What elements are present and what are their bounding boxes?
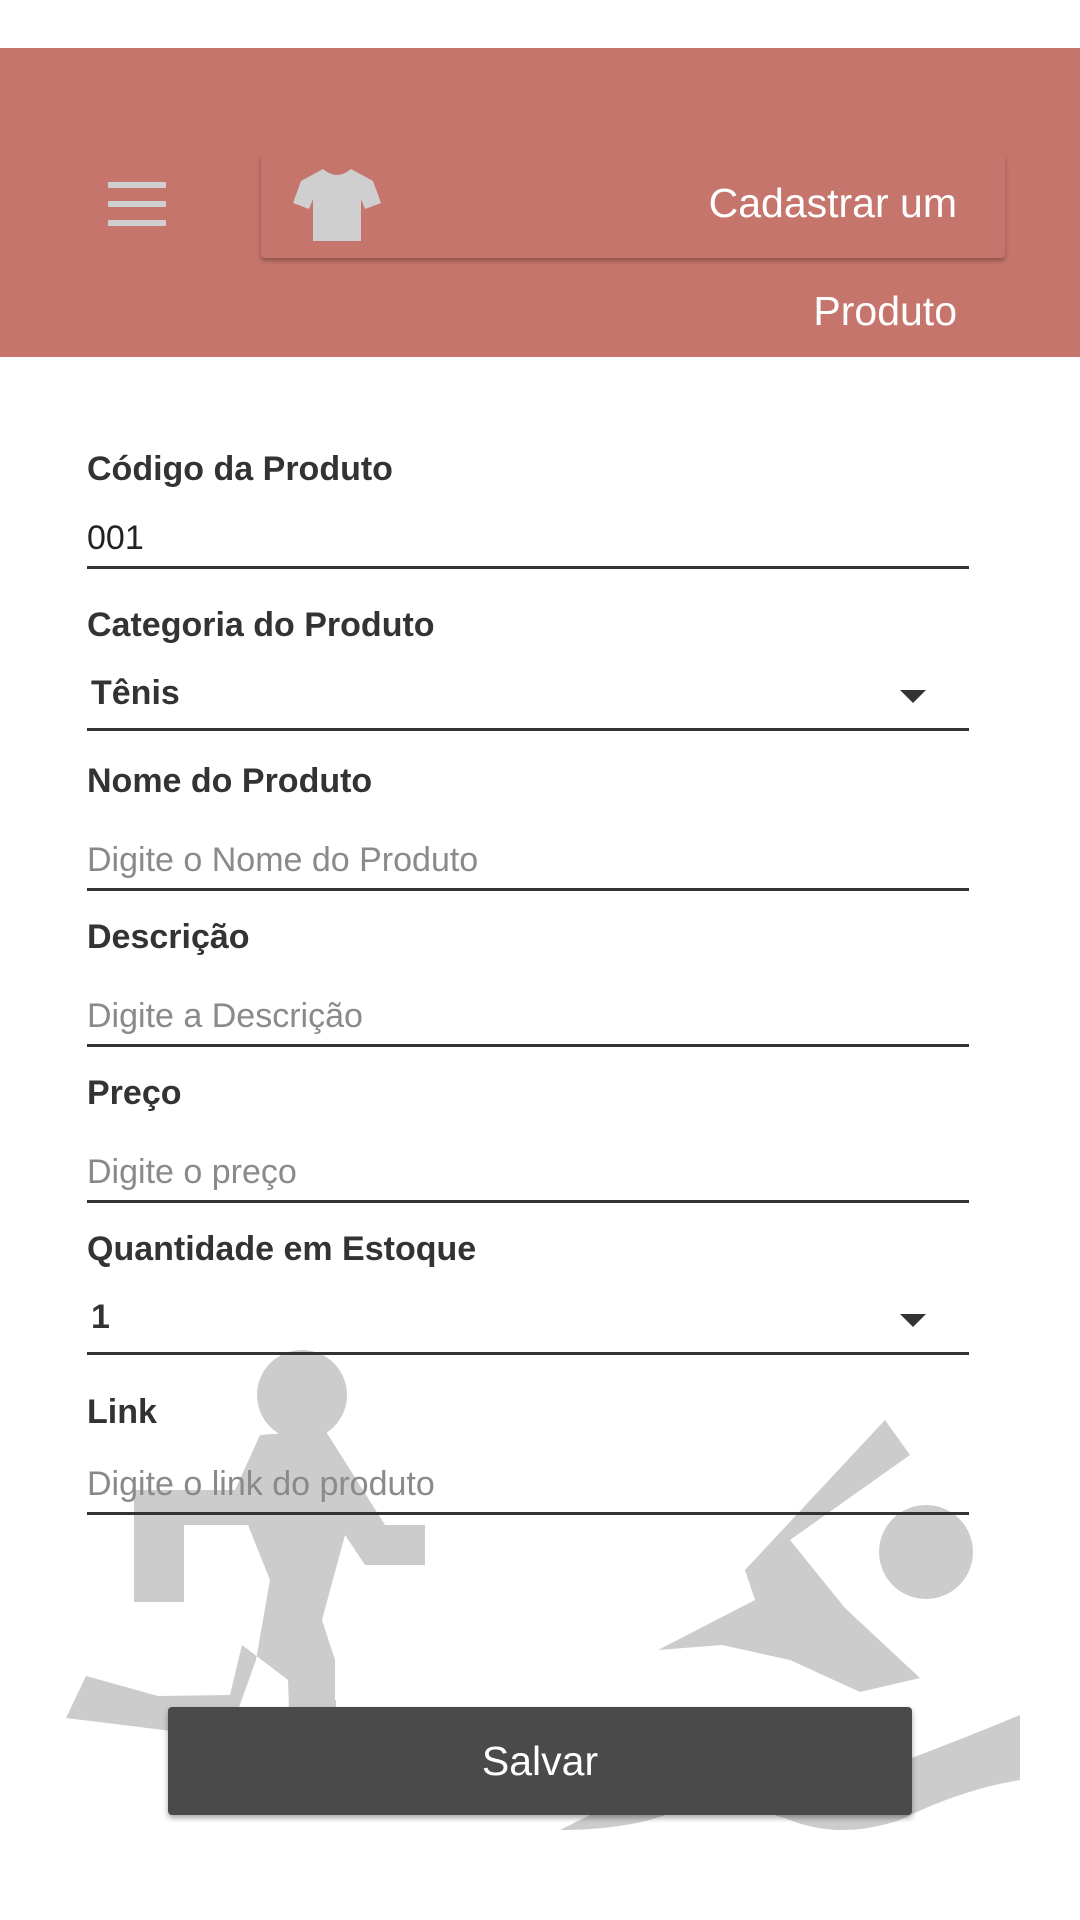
- codigo-label: Código da Produto: [87, 450, 393, 488]
- app-screen: Cadastrar um Produto Código da Produto C…: [0, 0, 1080, 1920]
- descricao-input[interactable]: [87, 988, 969, 1047]
- save-button[interactable]: Salvar: [168, 1707, 912, 1815]
- page-title-line-2: Produto: [813, 288, 957, 334]
- nome-label: Nome do Produto: [87, 762, 373, 800]
- codigo-input[interactable]: [87, 510, 969, 569]
- nome-input[interactable]: [87, 832, 969, 891]
- quantidade-select[interactable]: 1: [87, 1286, 969, 1355]
- hamburger-menu-icon[interactable]: [104, 182, 168, 226]
- chevron-down-icon: [900, 1314, 926, 1327]
- categoria-select[interactable]: Tênis: [87, 662, 969, 731]
- chevron-down-icon: [900, 690, 926, 703]
- status-bar-area: [0, 0, 1080, 48]
- quantidade-selected-value: 1: [91, 1298, 110, 1336]
- descricao-label: Descrição: [87, 918, 250, 956]
- quantidade-label: Quantidade em Estoque: [87, 1230, 477, 1268]
- link-input[interactable]: [87, 1456, 969, 1515]
- t-shirt-icon: [293, 169, 381, 241]
- preco-label: Preço: [87, 1074, 182, 1112]
- categoria-label: Categoria do Produto: [87, 606, 435, 644]
- preco-input[interactable]: [87, 1144, 969, 1203]
- page-title-line-1: Cadastrar um: [708, 180, 957, 226]
- categoria-selected-value: Tênis: [91, 674, 180, 712]
- link-label: Link: [87, 1393, 157, 1431]
